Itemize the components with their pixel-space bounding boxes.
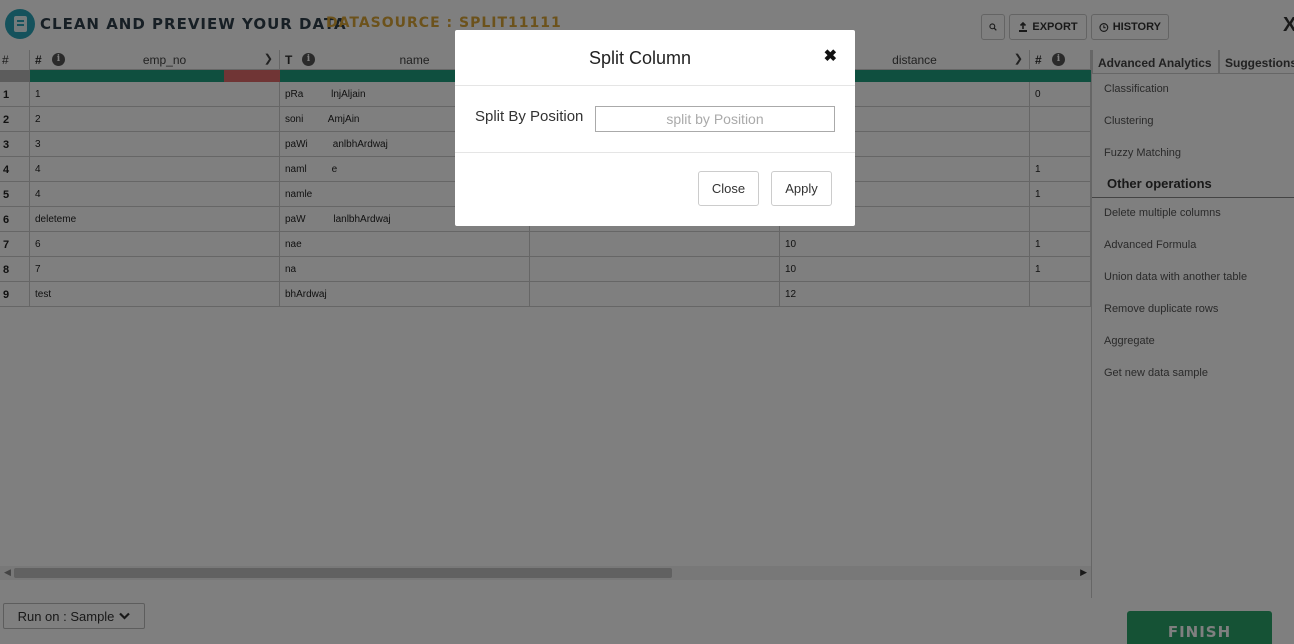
dialog-divider	[455, 152, 855, 153]
split-position-input[interactable]	[595, 106, 835, 132]
close-icon[interactable]: ✖	[824, 46, 837, 66]
split-position-label: Split By Position	[475, 108, 584, 125]
apply-button[interactable]: Apply	[771, 171, 832, 206]
split-column-dialog: Split Column ✖ Split By Position Close A…	[455, 30, 855, 226]
dialog-title: Split Column	[588, 48, 692, 68]
dialog-divider	[455, 85, 855, 86]
close-button[interactable]: Close	[698, 171, 759, 206]
